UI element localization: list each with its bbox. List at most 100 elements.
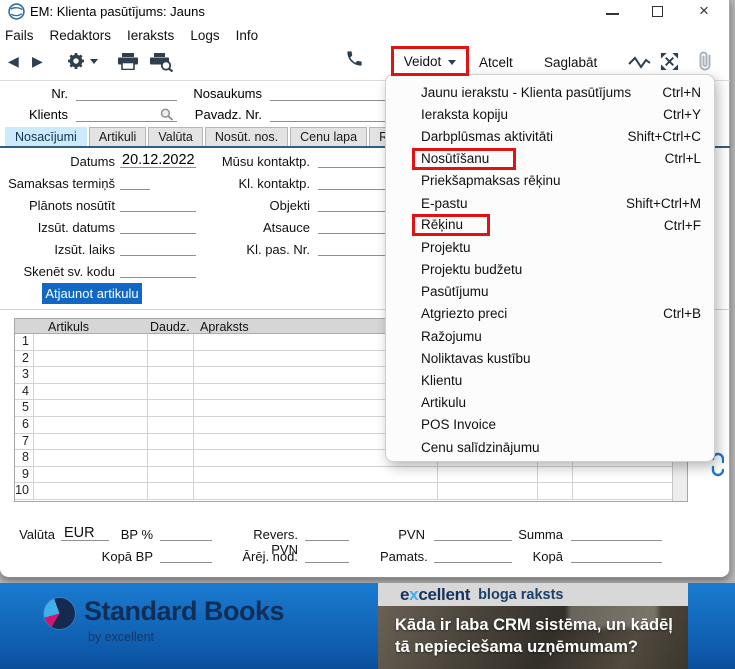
fields-left-column: Datums 20.12.2022 Samaksas termiņš Plāno… <box>0 150 200 282</box>
menu-item[interactable]: Darbplūsmas aktivitāti Shift+Ctrl+C <box>386 125 714 147</box>
print-preview-icon[interactable] <box>149 53 174 72</box>
menu-item[interactable]: Ražojumu <box>386 325 714 347</box>
menu-item[interactable]: Rēķinu Ctrl+F <box>386 214 714 236</box>
menu-item[interactable]: Noliktavas kustību <box>386 347 714 369</box>
field-input[interactable] <box>120 261 196 278</box>
field-input[interactable] <box>120 173 150 190</box>
maximize-button[interactable] <box>652 6 663 17</box>
tab[interactable]: Nosacījumi <box>5 127 87 146</box>
by-excellent-text: by excellent <box>88 630 154 644</box>
activity-zigzag-icon[interactable] <box>628 56 651 69</box>
gear-icon[interactable] <box>66 51 86 71</box>
menu-item[interactable]: POS Invoice <box>386 414 714 436</box>
menu-shortcut: Shift+Ctrl+M <box>626 196 701 211</box>
kopa-input[interactable] <box>571 546 662 563</box>
paperclip-icon[interactable] <box>697 50 713 72</box>
field-input[interactable] <box>120 195 196 212</box>
window-title: EM: Klienta pasūtījums: Jauns <box>30 4 205 19</box>
bp-label: BP % <box>95 527 153 542</box>
close-button[interactable]: × <box>699 1 709 21</box>
field-label: Plānots nosūtīt <box>0 198 115 213</box>
bp-input[interactable] <box>160 524 212 541</box>
menu-shortcut: Ctrl+F <box>664 218 701 233</box>
field-label: Mūsu kontaktp. <box>195 154 310 169</box>
form-field-row: Datums 20.12.2022 <box>0 150 200 172</box>
menubar-item[interactable]: Logs <box>190 28 219 43</box>
pvn-input[interactable] <box>434 524 512 541</box>
saglabat-button[interactable]: Saglabāt <box>544 55 597 70</box>
menu-item[interactable]: Artikulu <box>386 392 714 414</box>
menu-item[interactable]: E-pastu Shift+Ctrl+M <box>386 192 714 214</box>
arej-nod-label: Ārēj. nod. <box>225 549 298 564</box>
blog-strip-label: bloga raksts <box>478 587 563 603</box>
tab[interactable]: Artikuli <box>89 127 147 146</box>
row-number: 8 <box>15 450 34 466</box>
menu-shortcut: Ctrl+N <box>662 85 701 100</box>
form-field-row: Izsūt. datums <box>0 216 200 238</box>
table-row[interactable]: 9 <box>15 467 687 484</box>
menu-item[interactable]: Ieraksta kopiju Ctrl+Y <box>386 103 714 125</box>
table-row[interactable]: 10 <box>15 483 687 500</box>
menubar-item[interactable]: Ieraksts <box>127 28 174 43</box>
field-input[interactable] <box>120 239 196 256</box>
field-label: Kl. pas. Nr. <box>195 242 310 257</box>
standard-books-logo-icon <box>44 598 75 629</box>
field-label: Izsūt. datums <box>0 220 115 235</box>
app-icon <box>8 3 25 20</box>
phone-icon[interactable] <box>345 49 364 68</box>
klients-label: Klients <box>0 107 68 122</box>
menu-item[interactable]: Jaunu ierakstu - Klienta pasūtījums Ctrl… <box>386 81 714 103</box>
field-value: 20.12.2022 <box>122 152 195 168</box>
pvn-label: PVN <box>380 527 425 542</box>
ad-banner[interactable]: Standard Books by excellent excellent bl… <box>0 583 735 669</box>
atjaunot-artikulu-button[interactable]: Atjaunot artikulu <box>42 283 142 304</box>
excellent-brand: excellent <box>400 585 470 605</box>
menu-item[interactable]: Priekšapmaksas rēķinu <box>386 170 714 192</box>
row-number: 1 <box>15 334 34 350</box>
nav-back-icon[interactable]: ◀ <box>8 53 19 70</box>
menu-shortcut: Ctrl+L <box>665 151 701 166</box>
form-field-row: Samaksas termiņš <box>0 172 200 194</box>
menu-item[interactable]: Projektu budžetu <box>386 259 714 281</box>
revers-pvn-input[interactable] <box>305 524 349 541</box>
tab[interactable]: Valūta <box>148 127 203 146</box>
veidot-dropdown-menu: Jaunu ierakstu - Klienta pasūtījums Ctrl… <box>385 74 715 462</box>
atcelt-button[interactable]: Atcelt <box>479 55 513 70</box>
menu-item[interactable]: Nosūtīšanu Ctrl+L <box>386 148 714 170</box>
menu-item[interactable]: Pasūtījumu <box>386 281 714 303</box>
field-label: Izsūt. laiks <box>0 242 115 257</box>
menu-item[interactable]: Cenu salīdzinājumu <box>386 436 714 458</box>
menubar-item[interactable]: Redaktors <box>50 28 112 43</box>
form-field-row: Izsūt. laiks <box>0 238 200 260</box>
blog-post-card[interactable]: excellent bloga raksts Kāda ir laba CRM … <box>378 583 688 669</box>
veidot-button-highlighted[interactable]: Veidot <box>391 46 469 76</box>
menu-item[interactable]: Klientu <box>386 369 714 391</box>
row-number: 7 <box>15 434 34 450</box>
summa-input[interactable] <box>571 524 662 541</box>
expand-icon[interactable] <box>660 52 679 71</box>
nav-forward-icon[interactable]: ▶ <box>32 53 43 70</box>
minimize-button[interactable] <box>606 13 619 15</box>
row-number: 10 <box>15 483 34 499</box>
row-number: 6 <box>15 417 34 433</box>
row-number: 3 <box>15 367 34 383</box>
blog-headline: Kāda ir laba CRM sistēma, un kādēļ tā ne… <box>395 614 673 658</box>
menu-item[interactable]: Atgriezto preci Ctrl+B <box>386 303 714 325</box>
kopa-bp-input[interactable] <box>160 546 212 563</box>
arej-nod-input[interactable] <box>305 546 349 563</box>
col-daudz: Daudz. <box>148 319 194 333</box>
pamats-input[interactable] <box>434 546 512 563</box>
tab[interactable]: Nosūt. nos. <box>205 127 288 146</box>
nr-label: Nr. <box>0 86 68 101</box>
blog-strip: excellent bloga raksts <box>378 583 688 606</box>
gear-dropdown-caret[interactable] <box>90 59 98 64</box>
menubar-item[interactable]: Fails <box>5 28 34 43</box>
print-icon[interactable] <box>117 53 139 70</box>
menubar-item[interactable]: Info <box>236 28 259 43</box>
col-artikuls: Artikuls <box>34 319 148 333</box>
veidot-button-label: Veidot <box>404 54 442 69</box>
menu-item[interactable]: Projektu <box>386 236 714 258</box>
tab[interactable]: Cenu lapa <box>290 127 367 146</box>
field-input[interactable] <box>120 217 196 234</box>
chevron-down-icon <box>448 60 456 65</box>
